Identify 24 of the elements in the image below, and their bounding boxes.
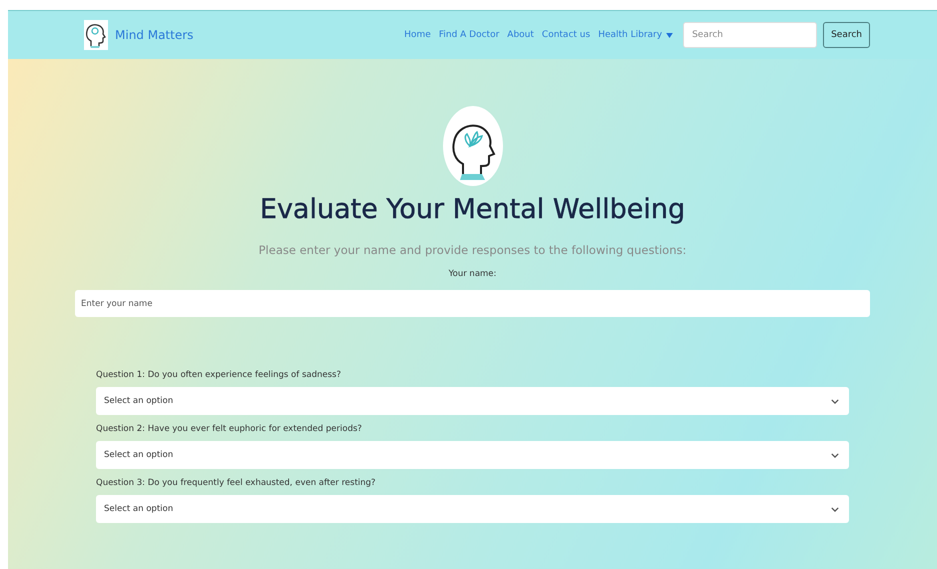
- question-label: Question 3: Do you frequently feel exhausted, even after resting?: [96, 478, 377, 488]
- question-label: Question 1: Do you often experience feelings of sadness?: [96, 370, 342, 380]
- option-select[interactable]: Select an option: [96, 441, 849, 469]
- head-logo-icon[interactable]: [84, 20, 108, 50]
- page-title: Evaluate Your Mental Wellbeing: [260, 194, 686, 225]
- head-icon: [442, 106, 502, 186]
- name-field[interactable]: Enter your name: [75, 290, 870, 317]
- brand-link[interactable]: Mind Matters: [115, 28, 194, 42]
- nav-link[interactable]: Contact us: [542, 30, 590, 40]
- chevron-icon: [831, 506, 839, 512]
- chevron-icon: [831, 452, 839, 458]
- instructions-text: Please enter your name and provide responses to the following questions:: [258, 243, 686, 257]
- nav-dropdown[interactable]: Health Library: [598, 30, 674, 40]
- caret-icon: [666, 32, 674, 38]
- nav-link[interactable]: Home: [404, 30, 431, 40]
- option-select[interactable]: Select an option: [96, 495, 849, 523]
- nav-link[interactable]: About: [507, 30, 534, 40]
- chevron-icon: [831, 398, 839, 404]
- option-select[interactable]: Select an option: [96, 387, 849, 415]
- search-field[interactable]: Search: [683, 22, 818, 48]
- name-label: Your name:: [448, 269, 496, 279]
- question-label: Question 2: Have you ever felt euphoric for extended periods?: [96, 424, 363, 434]
- search-button[interactable]: Search: [823, 22, 870, 48]
- nav-link[interactable]: Find A Doctor: [438, 30, 500, 40]
